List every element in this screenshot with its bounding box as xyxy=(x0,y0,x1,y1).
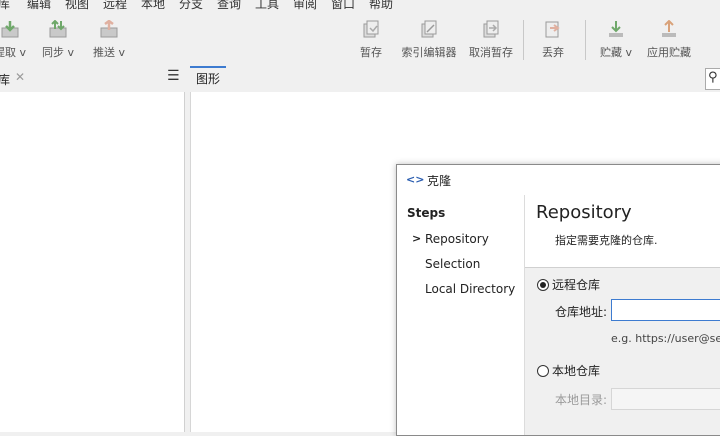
dialog-title: 克隆 xyxy=(427,174,452,188)
shelve-icon xyxy=(609,21,623,37)
index-editor-icon xyxy=(421,20,437,38)
apply-shelve-label: 应用贮藏 xyxy=(647,46,691,59)
fetch-button[interactable]: 提取 v xyxy=(0,14,30,64)
sync-icon xyxy=(49,20,67,38)
fetch-icon xyxy=(1,21,19,38)
close-icon[interactable]: ✕ xyxy=(15,70,25,84)
remote-repo-radio[interactable] xyxy=(537,279,549,291)
stash-button[interactable]: 暂存 xyxy=(356,14,386,64)
step-content: Repository 指定需要克隆的仓库. 远程仓库 仓库地址: e.g. ht… xyxy=(524,195,720,435)
push-label: 推送 v xyxy=(92,46,125,59)
repo-url-example: e.g. https://user@ser xyxy=(611,332,720,345)
toolbar-separator xyxy=(585,20,586,60)
repository-pane xyxy=(0,92,185,432)
menu-help[interactable]: 帮助 xyxy=(369,0,393,12)
menu-query[interactable]: 查询 xyxy=(217,0,241,12)
clone-dialog: <> 克隆 Steps > Repository Selection Local… xyxy=(396,164,720,436)
toolbar: 提取 v 同步 v 推送 v 暂存 索引编辑器 xyxy=(0,14,720,64)
tab-graph[interactable]: 图形 xyxy=(190,66,227,92)
repo-url-label: 仓库地址: xyxy=(555,305,608,319)
search-button[interactable]: ⚲ xyxy=(705,68,720,90)
fetch-label: 提取 v xyxy=(0,46,26,59)
apply-shelve-icon xyxy=(662,20,676,37)
local-repo-label: 本地仓库 xyxy=(552,364,601,378)
menu-view[interactable]: 视图 xyxy=(65,0,89,12)
repository-pane-header: 库 ✕ ☰ xyxy=(0,64,184,92)
shelve-button[interactable]: 贮藏 v xyxy=(596,14,636,64)
discard-label: 丢弃 xyxy=(542,46,564,59)
stash-label: 暂存 xyxy=(360,46,382,59)
local-dir-label: 本地目录: xyxy=(555,393,608,407)
step-repository[interactable]: Repository xyxy=(425,232,489,246)
local-dir-input[interactable] xyxy=(611,388,720,410)
steps-panel: Steps > Repository Selection Local Direc… xyxy=(397,195,524,435)
step-local-directory[interactable]: Local Directory xyxy=(425,282,515,296)
push-icon xyxy=(100,20,118,38)
sync-label: 同步 v xyxy=(41,46,74,59)
remote-repo-label: 远程仓库 xyxy=(552,278,601,292)
repo-url-input[interactable] xyxy=(611,299,720,321)
unstash-button[interactable]: 取消暂存 xyxy=(466,14,516,64)
step-selection[interactable]: Selection xyxy=(425,257,480,271)
dialog-title-bar: <> 克隆 xyxy=(397,165,720,195)
tab-graph-label: 图形 xyxy=(196,72,221,86)
menu-local[interactable]: 本地 xyxy=(141,0,165,12)
shelve-label: 贮藏 v xyxy=(599,46,632,59)
discard-icon xyxy=(545,21,560,38)
menu-remote[interactable]: 远程 xyxy=(103,0,127,12)
steps-header: Steps xyxy=(407,206,446,220)
current-step-chevron-icon: > xyxy=(412,232,422,245)
apply-shelve-button[interactable]: 应用贮藏 xyxy=(644,14,694,64)
unstash-icon xyxy=(483,20,499,38)
repository-pane-title: 库 xyxy=(0,73,11,87)
step-header: Repository 指定需要克隆的仓库. xyxy=(525,195,720,268)
discard-button[interactable]: 丢弃 xyxy=(538,14,568,64)
menu-tools[interactable]: 工具 xyxy=(255,0,279,12)
step-subtitle: 指定需要克隆的仓库. xyxy=(555,234,658,247)
push-button[interactable]: 推送 v xyxy=(88,14,130,64)
local-repo-radio[interactable] xyxy=(537,365,549,377)
clone-icon: <> xyxy=(406,173,425,186)
search-icon: ⚲ xyxy=(708,70,718,85)
menu-edit[interactable]: 编辑 xyxy=(27,0,51,12)
toolbar-separator xyxy=(523,20,524,60)
repository-options: 远程仓库 仓库地址: e.g. https://user@ser 本地仓库 本地… xyxy=(525,268,720,435)
menu-review[interactable]: 审阅 xyxy=(293,0,317,12)
stash-icon xyxy=(363,20,379,38)
index-editor-button[interactable]: 索引编辑器 xyxy=(398,14,460,64)
menu-icon[interactable]: ☰ xyxy=(167,68,180,84)
step-heading: Repository xyxy=(536,202,632,223)
menu-branch[interactable]: 分支 xyxy=(179,0,203,12)
sync-button[interactable]: 同步 v xyxy=(38,14,78,64)
menu-repository[interactable]: 库 xyxy=(0,0,10,12)
menu-window[interactable]: 窗口 xyxy=(331,0,355,12)
unstash-label: 取消暂存 xyxy=(469,46,513,59)
menu-bar: 库 编辑 视图 远程 本地 分支 查询 工具 审阅 窗口 帮助 xyxy=(0,0,720,14)
index-editor-label: 索引编辑器 xyxy=(401,46,457,59)
